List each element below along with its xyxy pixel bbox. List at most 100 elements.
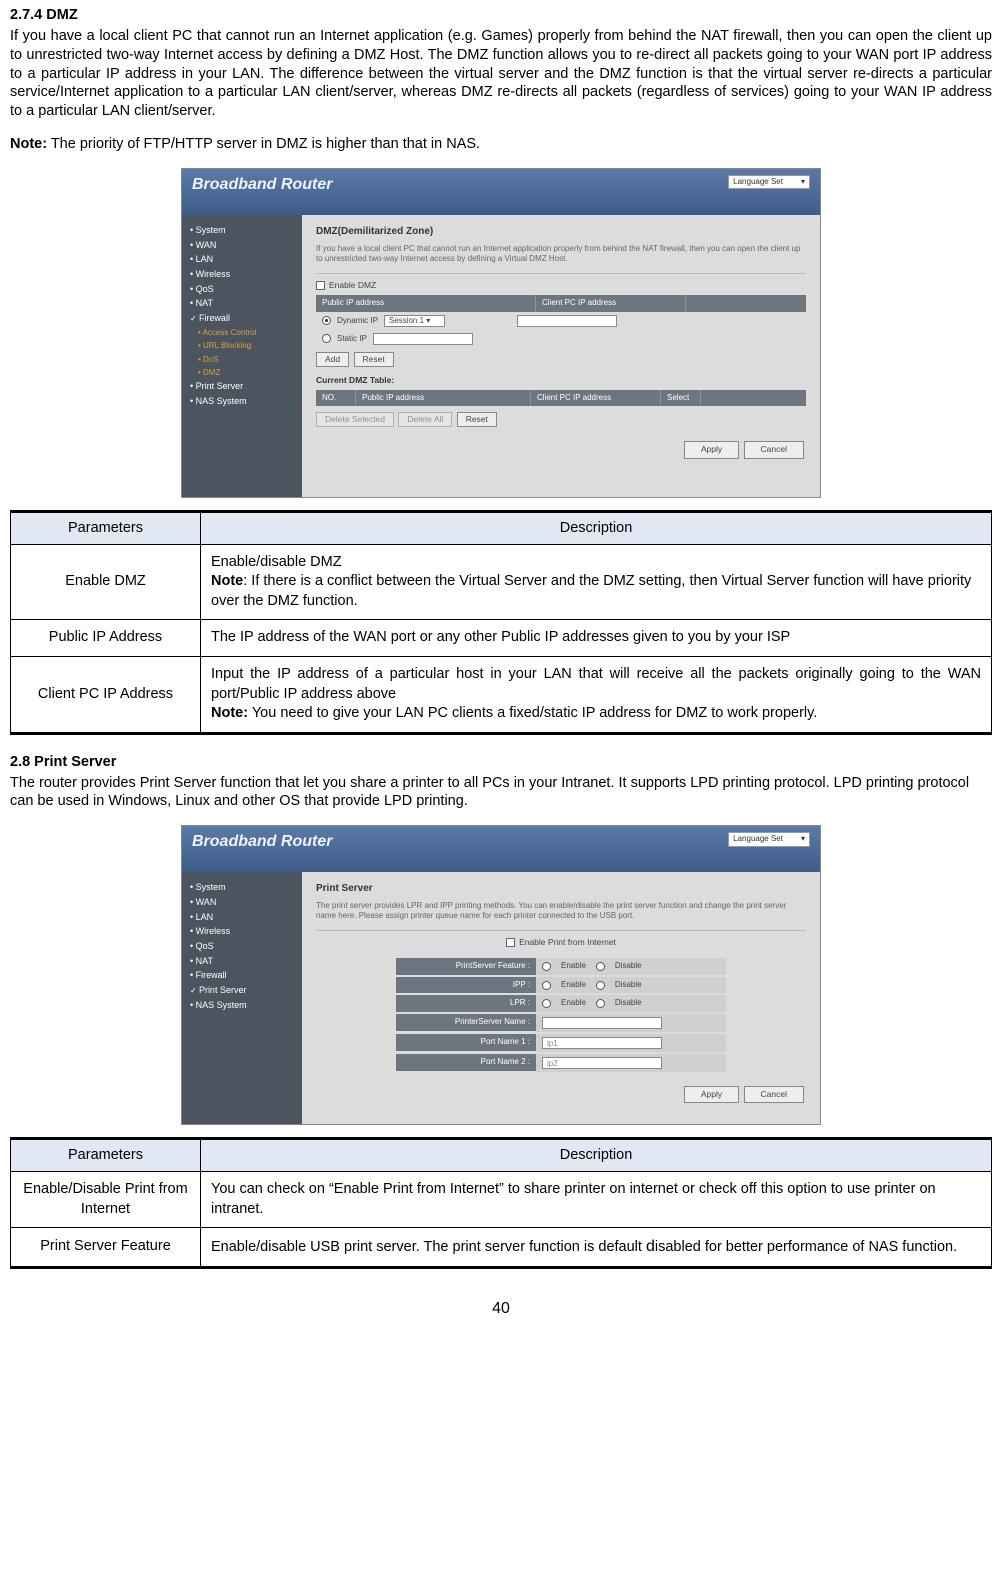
input-static-ip[interactable] [373,333,473,345]
t1-r0-param: Enable DMZ [11,544,201,620]
side2-wireless[interactable]: • Wireless [190,926,294,938]
enable-dmz-label: Enable DMZ [329,280,376,291]
feat-enable-label: Enable [561,961,586,971]
lab-psname: PrinterServer Name : [396,1014,536,1030]
heading-274: 2.7.4 DMZ [10,6,992,25]
side-access-control[interactable]: • Access Control [190,328,294,338]
ss1-footer: Apply Cancel [316,441,806,458]
side-url-blocking[interactable]: • URL Blocking [190,341,294,351]
val-feature: EnableDisable [536,958,726,974]
val-psname [536,1014,726,1032]
t2-r1-param: Print Server Feature [11,1228,201,1268]
label-static: Static IP [337,334,367,344]
ss2-footer: Apply Cancel [316,1086,806,1103]
t2-r1-desc: Enable/disable USB print server. The pri… [201,1228,992,1268]
t1-r0-l1: Enable/disable DMZ [211,554,342,570]
checkbox-icon [506,938,515,947]
btn-cancel2[interactable]: Cancel [744,1086,804,1103]
table-dmz-params: Parameters Description Enable DMZ Enable… [10,510,992,735]
side2-wan[interactable]: • WAN [190,897,294,909]
side-lan[interactable]: • LAN [190,254,294,266]
side-nat[interactable]: • NAT [190,298,294,310]
side2-nas[interactable]: • NAS System [190,1000,294,1012]
t1-r1-desc: The IP address of the WAN port or any ot… [201,620,992,657]
enable-internet-row: Enable Print from Internet [316,937,806,952]
enable-dmz-check[interactable]: Enable DMZ [316,280,376,291]
radio-dynamic[interactable] [322,316,331,325]
side-wan[interactable]: • WAN [190,240,294,252]
ss2-lang-select[interactable]: Language Set ▾ [728,832,810,846]
t2-r0-desc: You can check on “Enable Print from Inte… [201,1172,992,1228]
side-firewall[interactable]: Firewall [190,313,294,325]
t1-r0-desc: Enable/disable DMZ Note: If there is a c… [201,544,992,620]
btn-delete-all[interactable]: Delete All [398,412,452,427]
side2-lan[interactable]: • LAN [190,912,294,924]
lpr-disable-radio[interactable] [596,999,605,1008]
btn-apply2[interactable]: Apply [684,1086,739,1103]
t1-r1-param: Public IP Address [11,620,201,657]
side2-qos[interactable]: • QoS [190,941,294,953]
ss2-sidebar: • System • WAN • LAN • Wireless • QoS • … [182,872,302,1124]
ss1-title: DMZ(Demilitarized Zone) [316,225,806,238]
input-psname[interactable] [542,1017,662,1029]
input-port1[interactable]: lp1 [542,1037,662,1049]
side2-system[interactable]: • System [190,882,294,894]
t2-h-param: Parameters [11,1139,201,1172]
enable-internet-check[interactable]: Enable Print from Internet [506,937,616,948]
t1-h-param: Parameters [11,511,201,544]
side-qos[interactable]: • QoS [190,284,294,296]
lpr-enable-label: Enable [561,998,586,1008]
th2-no: NO. [316,390,356,406]
ss2-header: Broadband Router Language Set ▾ [182,826,820,872]
side-nas[interactable]: • NAS System [190,396,294,408]
ss1-current-table: Current DMZ Table: [316,375,806,386]
btn-delete-selected[interactable]: Delete Selected [316,412,394,427]
side-dos[interactable]: • DoS [190,355,294,365]
t1-r2-note: Note: [211,705,248,721]
enable-internet-label: Enable Print from Internet [519,937,616,948]
btn-reset2[interactable]: Reset [457,412,497,427]
ss1-btnrow2: Delete Selected Delete All Reset [316,412,806,427]
btn-add[interactable]: Add [316,352,349,367]
side-wireless[interactable]: • Wireless [190,269,294,281]
lab-lpr: LPR : [396,995,536,1011]
ss2-main: Print Server The print server provides L… [302,872,820,1124]
radio-static[interactable] [322,334,331,343]
ss1-thead2: NO. Public IP address Client PC IP addre… [316,390,806,406]
input-client-ip[interactable] [517,315,617,327]
ss1-lang-select[interactable]: Language Set ▾ [728,175,810,189]
input-port2[interactable]: lp2 [542,1057,662,1069]
chevron-down-icon: ▾ [801,177,805,187]
side2-print-server[interactable]: Print Server [190,985,294,997]
side2-nat[interactable]: • NAT [190,956,294,968]
feat-disable-radio[interactable] [596,962,605,971]
side-system[interactable]: • System [190,225,294,237]
ss1-header: Broadband Router Language Set ▾ [182,169,820,215]
ipp-enable-radio[interactable] [542,981,551,990]
screenshot-print-wrap: Broadband Router Language Set ▾ • System… [10,825,992,1125]
t2-r1-b: isabled for better performance of NAS fu… [655,1239,957,1255]
ss1-desc: If you have a local client PC that canno… [316,244,806,263]
t2-h-desc: Description [201,1139,992,1172]
select-session[interactable]: Session 1 ▾ [384,315,445,327]
select-session-value: Session 1 [389,316,424,325]
row-static: Static IP [316,330,806,348]
side2-firewall[interactable]: • Firewall [190,970,294,982]
btn-apply[interactable]: Apply [684,441,739,458]
t1-r2-l1: Input the IP address of a particular hos… [211,665,981,704]
note-label: Note: [10,136,47,152]
side-dmz[interactable]: • DMZ [190,368,294,378]
t1-r2-l2: You need to give your LAN PC clients a f… [248,705,817,721]
screenshot-print: Broadband Router Language Set ▾ • System… [181,825,821,1125]
lpr-enable-radio[interactable] [542,999,551,1008]
ipp-disable-radio[interactable] [596,981,605,990]
feat-enable-radio[interactable] [542,962,551,971]
side-print-server[interactable]: • Print Server [190,381,294,393]
body-274: If you have a local client PC that canno… [10,27,992,121]
label-dynamic: Dynamic IP [337,316,378,326]
ss1-btnrow1: Add Reset [316,352,806,367]
btn-reset[interactable]: Reset [354,352,394,367]
btn-cancel[interactable]: Cancel [744,441,804,458]
ss1-sidebar: • System • WAN • LAN • Wireless • QoS • … [182,215,302,497]
table-print-params: Parameters Description Enable/Disable Pr… [10,1137,992,1269]
